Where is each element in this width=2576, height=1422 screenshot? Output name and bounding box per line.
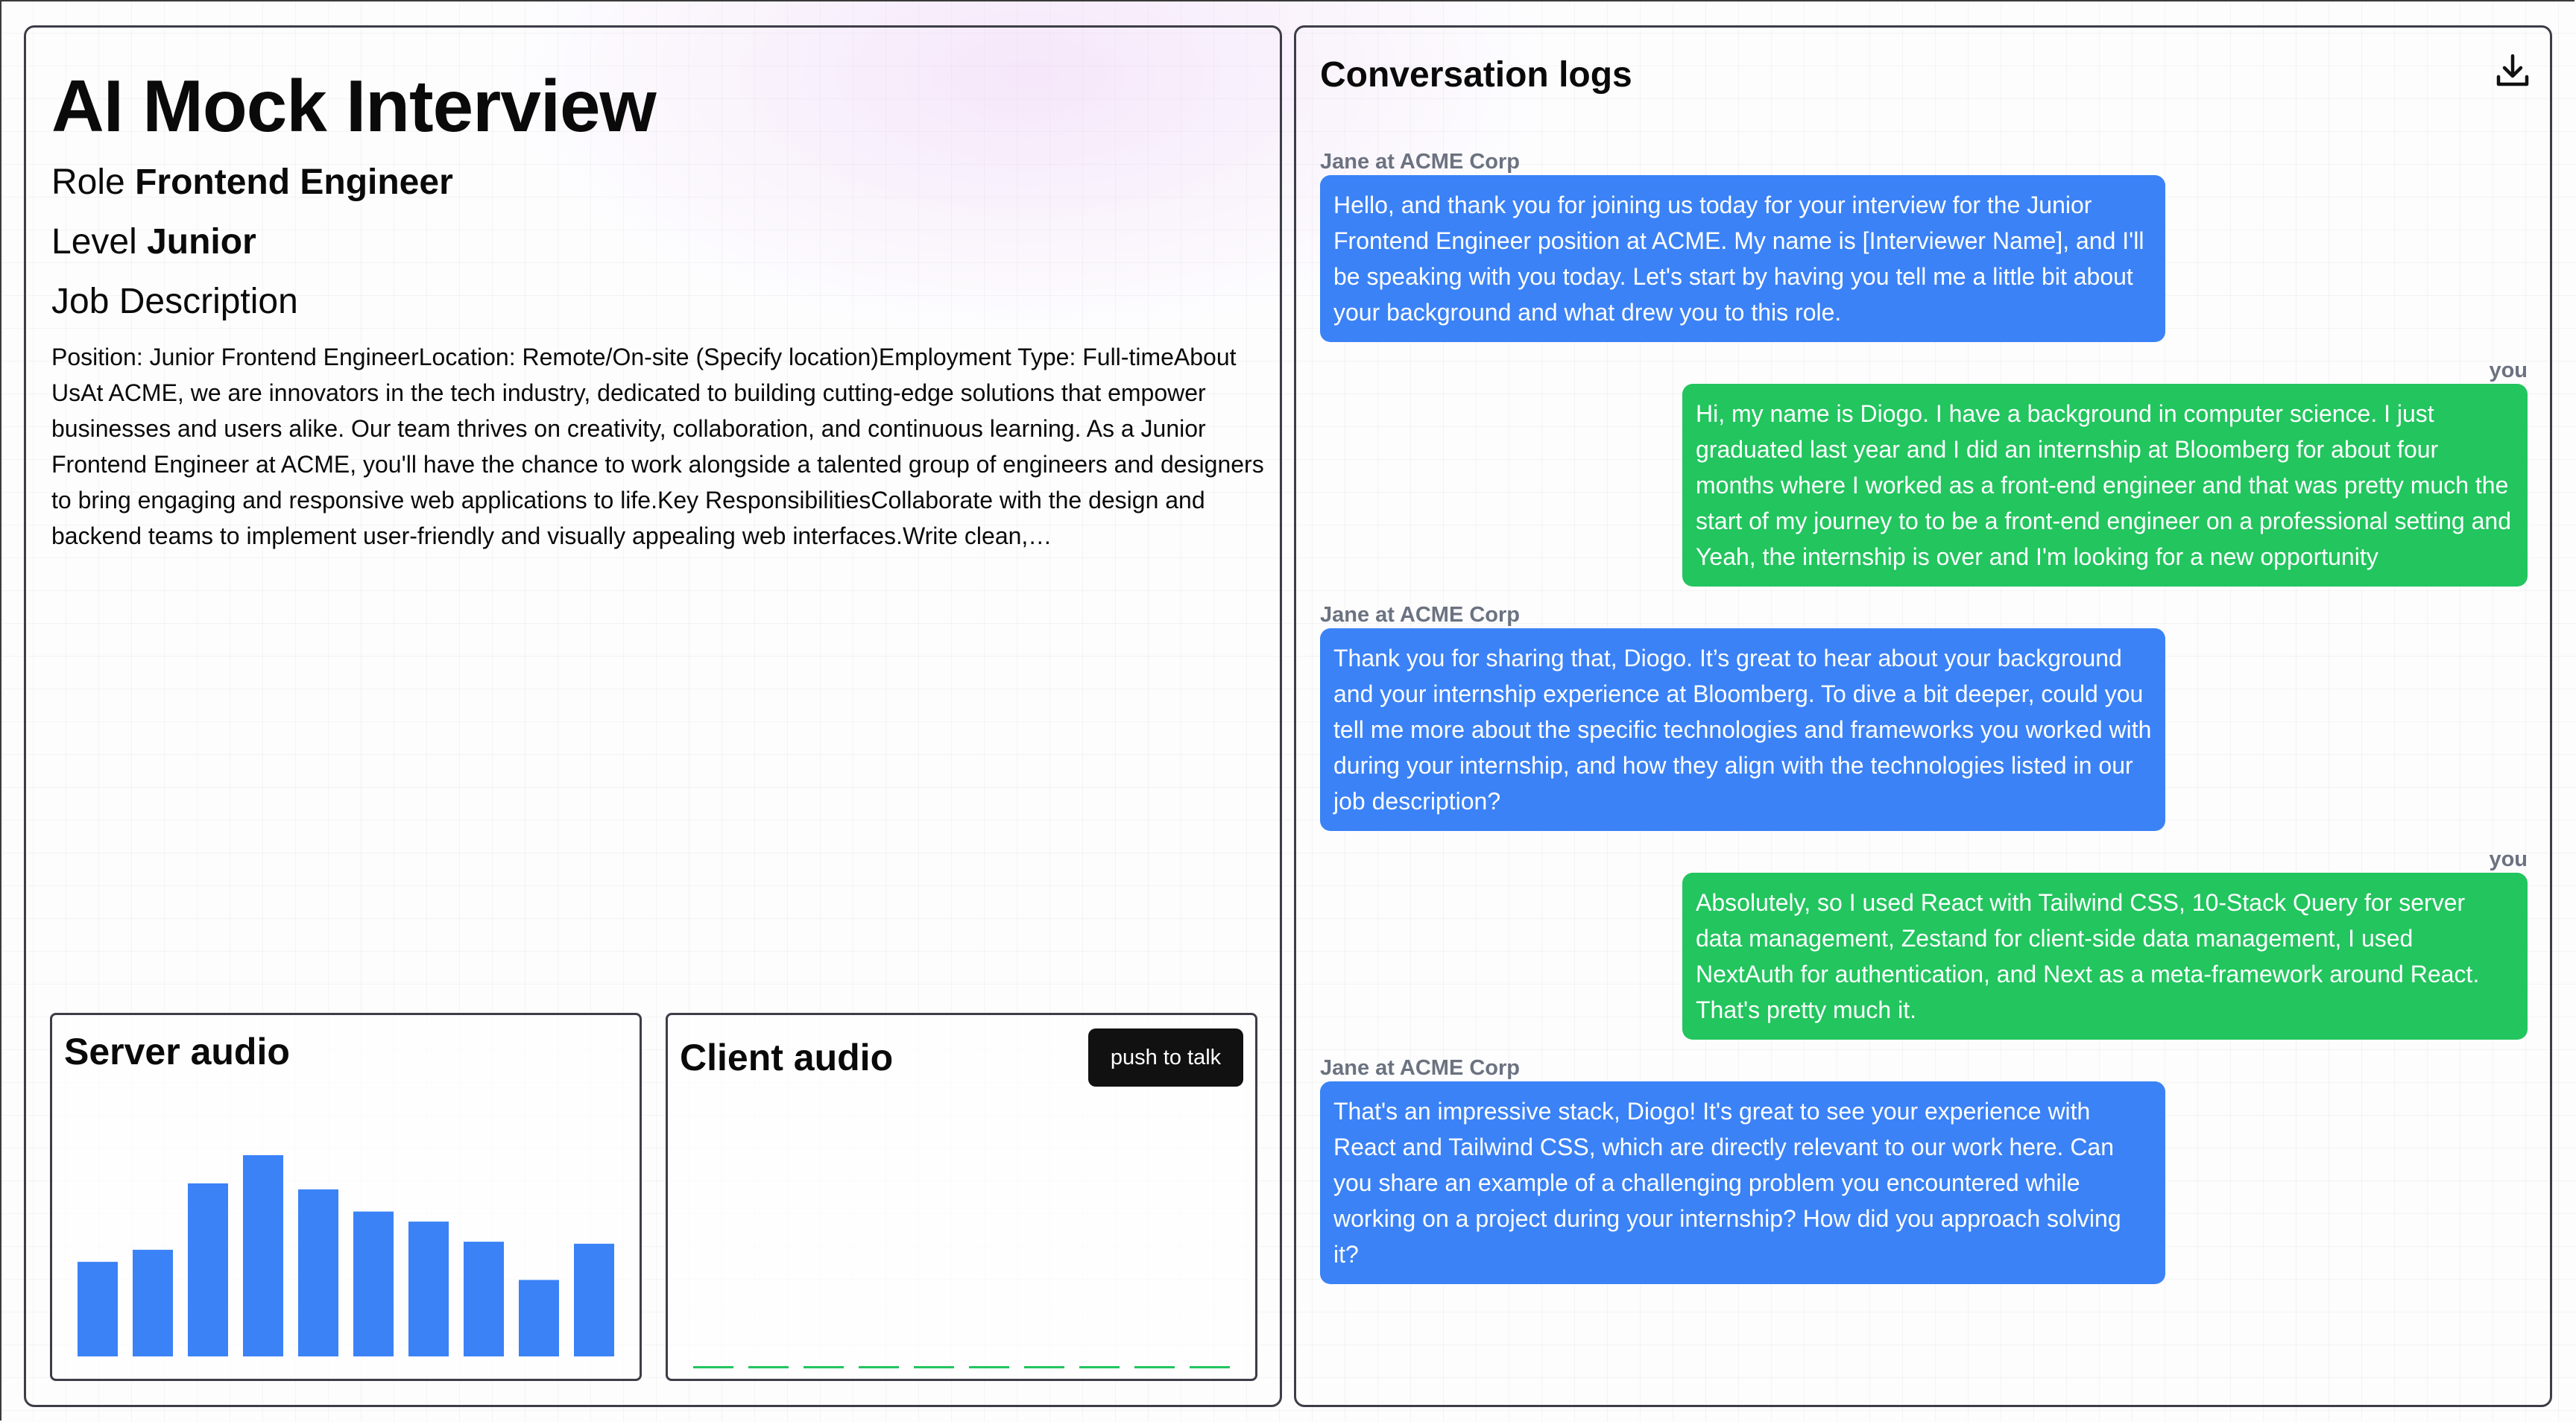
interview-info-panel: AI Mock Interview Role Frontend Engineer… (24, 25, 1282, 1407)
message-item: you Absolutely, so I used React with Tail… (1320, 846, 2528, 1040)
message-sender: you (2489, 847, 2528, 871)
client-audio-bar (859, 1366, 899, 1368)
interviewer-message-bubble: Thank you for sharing that, Diogo. It’s … (1320, 628, 2165, 831)
level-line: Level Junior (51, 224, 256, 260)
server-audio-bar (408, 1222, 449, 1356)
role-line: Role Frontend Engineer (51, 165, 453, 200)
client-audio-bar (1024, 1366, 1064, 1368)
client-audio-bar (969, 1366, 1009, 1368)
level-value: Junior (147, 222, 256, 262)
download-icon[interactable] (2492, 50, 2534, 92)
server-audio-bar (188, 1183, 228, 1356)
role-label: Role (51, 162, 125, 202)
server-audio-bar (298, 1189, 338, 1356)
server-audio-bar (353, 1211, 394, 1356)
client-audio-bar (1079, 1366, 1120, 1368)
server-audio-bar (464, 1242, 504, 1356)
job-description-text: Position: Junior Frontend EngineerLocati… (51, 344, 1264, 549)
client-audio-bar (914, 1366, 954, 1368)
server-audio-bar (133, 1249, 173, 1356)
server-audio-bar (574, 1243, 614, 1356)
page-title: AI Mock Interview (51, 65, 657, 147)
client-audio-bar (748, 1366, 789, 1368)
message-list: Jane at ACME Corp Hello, and thank you fo… (1320, 148, 2528, 1299)
client-audio-bar (1190, 1366, 1230, 1368)
level-label: Level (51, 222, 137, 262)
client-audio-card: Client audio push to talk (666, 1013, 1257, 1381)
server-audio-bar (78, 1262, 118, 1356)
push-to-talk-button[interactable]: push to talk (1088, 1028, 1243, 1087)
server-audio-title: Server audio (64, 1031, 290, 1072)
job-description-heading: Job Description (51, 282, 298, 321)
client-audio-title: Client audio (680, 1037, 894, 1078)
user-message-bubble: Hi, my name is Diogo. I have a backgroun… (1682, 384, 2528, 587)
conversation-panel: Conversation logs Jane at ACME Corp Hello… (1294, 25, 2552, 1407)
server-audio-bar (519, 1280, 559, 1356)
message-item: Jane at ACME Corp That's an impressive st… (1320, 1055, 2528, 1284)
user-message-bubble: Absolutely, so I used React with Tailwin… (1682, 873, 2528, 1040)
client-audio-bar (693, 1366, 733, 1368)
client-audio-bar (1134, 1366, 1175, 1368)
message-sender: Jane at ACME Corp (1320, 150, 1521, 174)
message-sender: you (2489, 358, 2528, 382)
role-value: Frontend Engineer (135, 162, 453, 202)
message-item: you Hi, my name is Diogo. I have a backgr… (1320, 357, 2528, 587)
interviewer-message-bubble: That's an impressive stack, Diogo! It's … (1320, 1081, 2165, 1284)
conversation-title: Conversation logs (1320, 55, 1632, 95)
server-audio-card: Server audio (50, 1013, 642, 1381)
message-sender: Jane at ACME Corp (1320, 1056, 1521, 1080)
message-item: Jane at ACME Corp Thank you for sharing t… (1320, 601, 2528, 831)
server-audio-visualizer (78, 1155, 614, 1356)
server-audio-bar (243, 1155, 283, 1356)
message-sender: Jane at ACME Corp (1320, 603, 1521, 627)
client-audio-visualizer (693, 1366, 1230, 1368)
message-item: Jane at ACME Corp Hello, and thank you fo… (1320, 148, 2528, 342)
client-audio-bar (804, 1366, 844, 1368)
interviewer-message-bubble: Hello, and thank you for joining us toda… (1320, 175, 2165, 342)
